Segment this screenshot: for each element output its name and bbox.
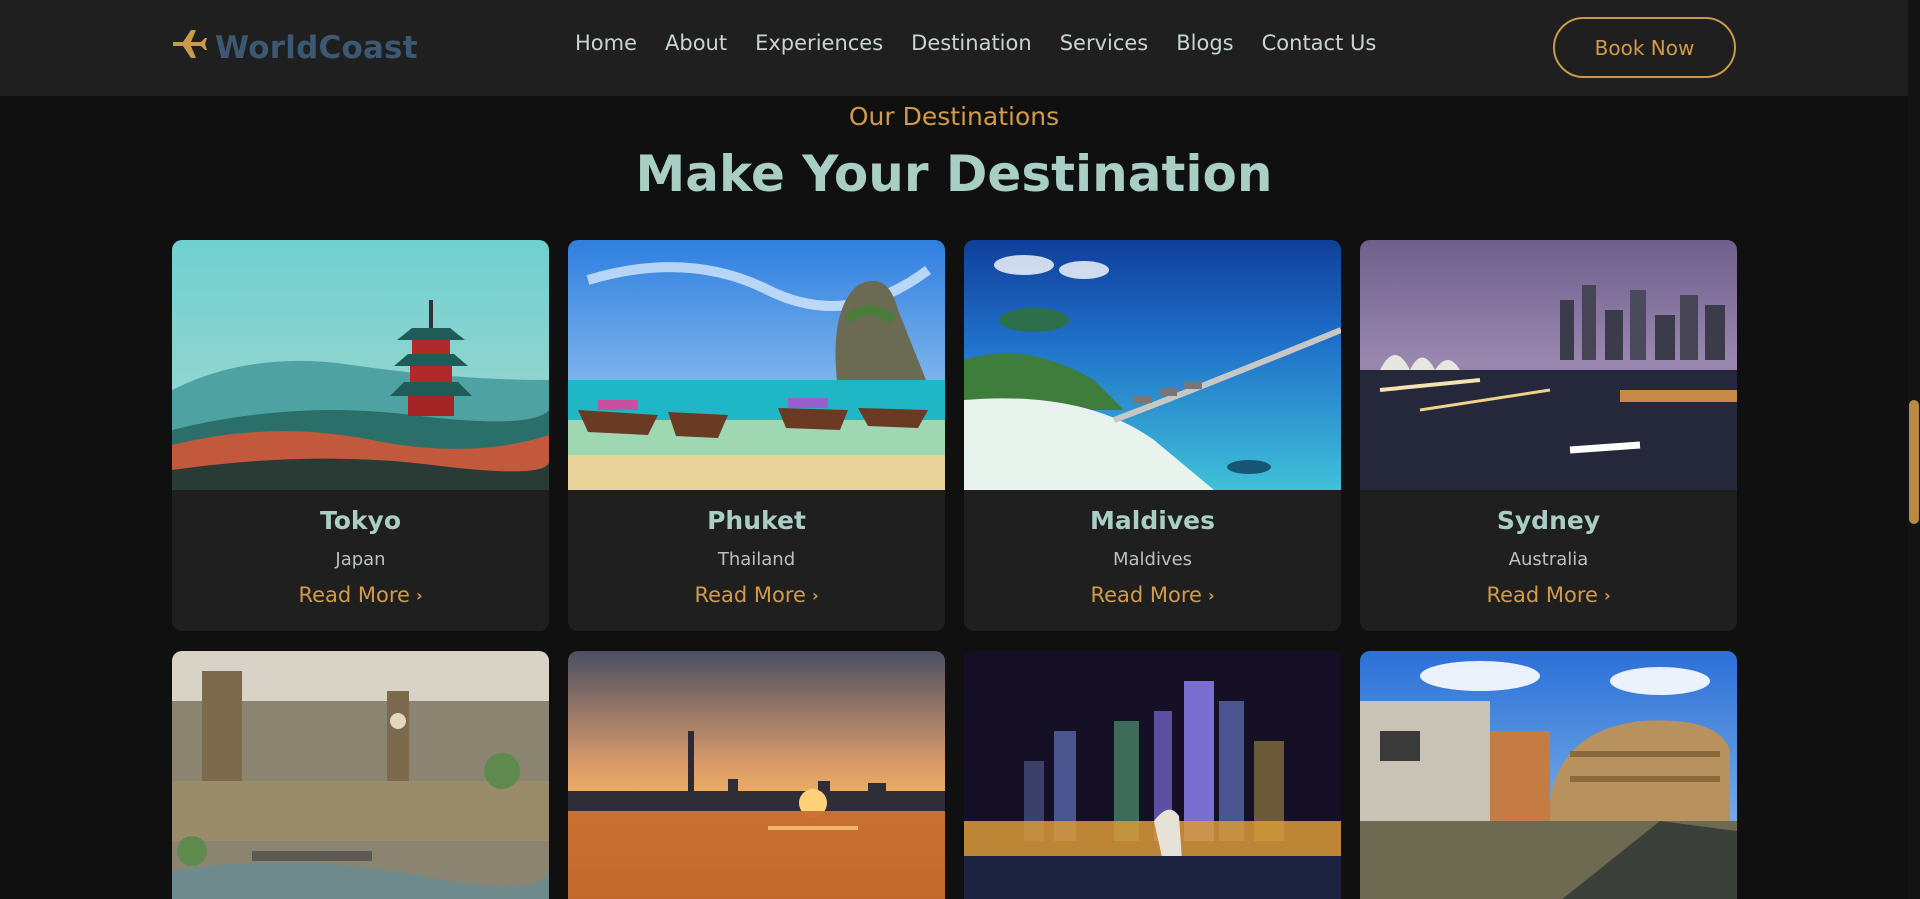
logo[interactable]: WorldCoast xyxy=(171,28,418,68)
destination-card-rome[interactable] xyxy=(1360,651,1737,899)
read-more-link[interactable]: Read More › xyxy=(1486,583,1610,607)
logo-text: WorldCoast xyxy=(215,30,418,66)
nav-home[interactable]: Home xyxy=(575,31,637,55)
destination-name: Phuket xyxy=(707,506,806,535)
singapore-photo xyxy=(964,651,1341,899)
destination-card-sydney[interactable]: Sydney Australia Read More › xyxy=(1360,240,1737,631)
read-more-label: Read More xyxy=(1486,583,1598,607)
destination-card-tokyo[interactable]: Tokyo Japan Read More › xyxy=(172,240,549,631)
chevron-right-icon: › xyxy=(415,585,423,605)
chevron-right-icon: › xyxy=(1603,585,1611,605)
read-more-label: Read More xyxy=(298,583,410,607)
read-more-label: Read More xyxy=(694,583,806,607)
airplane-icon xyxy=(171,28,207,68)
section-title: Make Your Destination xyxy=(635,145,1273,203)
chevron-right-icon: › xyxy=(1207,585,1215,605)
nav-about[interactable]: About xyxy=(665,31,727,55)
maldives-photo xyxy=(964,240,1341,490)
nav-destination[interactable]: Destination xyxy=(911,31,1032,55)
nav-blogs[interactable]: Blogs xyxy=(1176,31,1233,55)
destination-name: Tokyo xyxy=(319,506,401,535)
destination-card-maldives[interactable]: Maldives Maldives Read More › xyxy=(964,240,1341,631)
tokyo-photo xyxy=(172,240,549,490)
nav-services[interactable]: Services xyxy=(1060,31,1149,55)
destination-name: Sydney xyxy=(1496,506,1601,535)
destination-country: Maldives xyxy=(1112,549,1193,570)
phuket-photo xyxy=(568,240,945,490)
top-navbar: WorldCoast Home About Experiences Destin… xyxy=(0,0,1908,96)
destination-card-dubai[interactable] xyxy=(568,651,945,899)
destination-country: Thailand xyxy=(717,549,796,570)
destination-card-london[interactable] xyxy=(172,651,549,899)
main-nav: Home About Experiences Destination Servi… xyxy=(575,31,1404,55)
read-more-label: Read More xyxy=(1090,583,1202,607)
nav-experiences[interactable]: Experiences xyxy=(755,31,883,55)
chevron-right-icon: › xyxy=(811,585,819,605)
book-now-button[interactable]: Book Now xyxy=(1553,17,1736,78)
rome-photo xyxy=(1360,651,1737,899)
read-more-link[interactable]: Read More › xyxy=(694,583,818,607)
section-kicker: Our Destinations xyxy=(848,102,1060,131)
destination-card-phuket[interactable]: Phuket Thailand Read More › xyxy=(568,240,945,631)
dubai-photo xyxy=(568,651,945,899)
scrollbar-thumb[interactable] xyxy=(1909,400,1919,524)
sydney-photo xyxy=(1360,240,1737,490)
london-photo xyxy=(172,651,549,899)
read-more-link[interactable]: Read More › xyxy=(298,583,422,607)
destination-card-singapore[interactable] xyxy=(964,651,1341,899)
nav-contact-us[interactable]: Contact Us xyxy=(1262,31,1377,55)
destination-country: Australia xyxy=(1508,549,1589,570)
destination-country: Japan xyxy=(335,549,386,570)
destination-name: Maldives xyxy=(1090,506,1215,535)
read-more-link[interactable]: Read More › xyxy=(1090,583,1214,607)
